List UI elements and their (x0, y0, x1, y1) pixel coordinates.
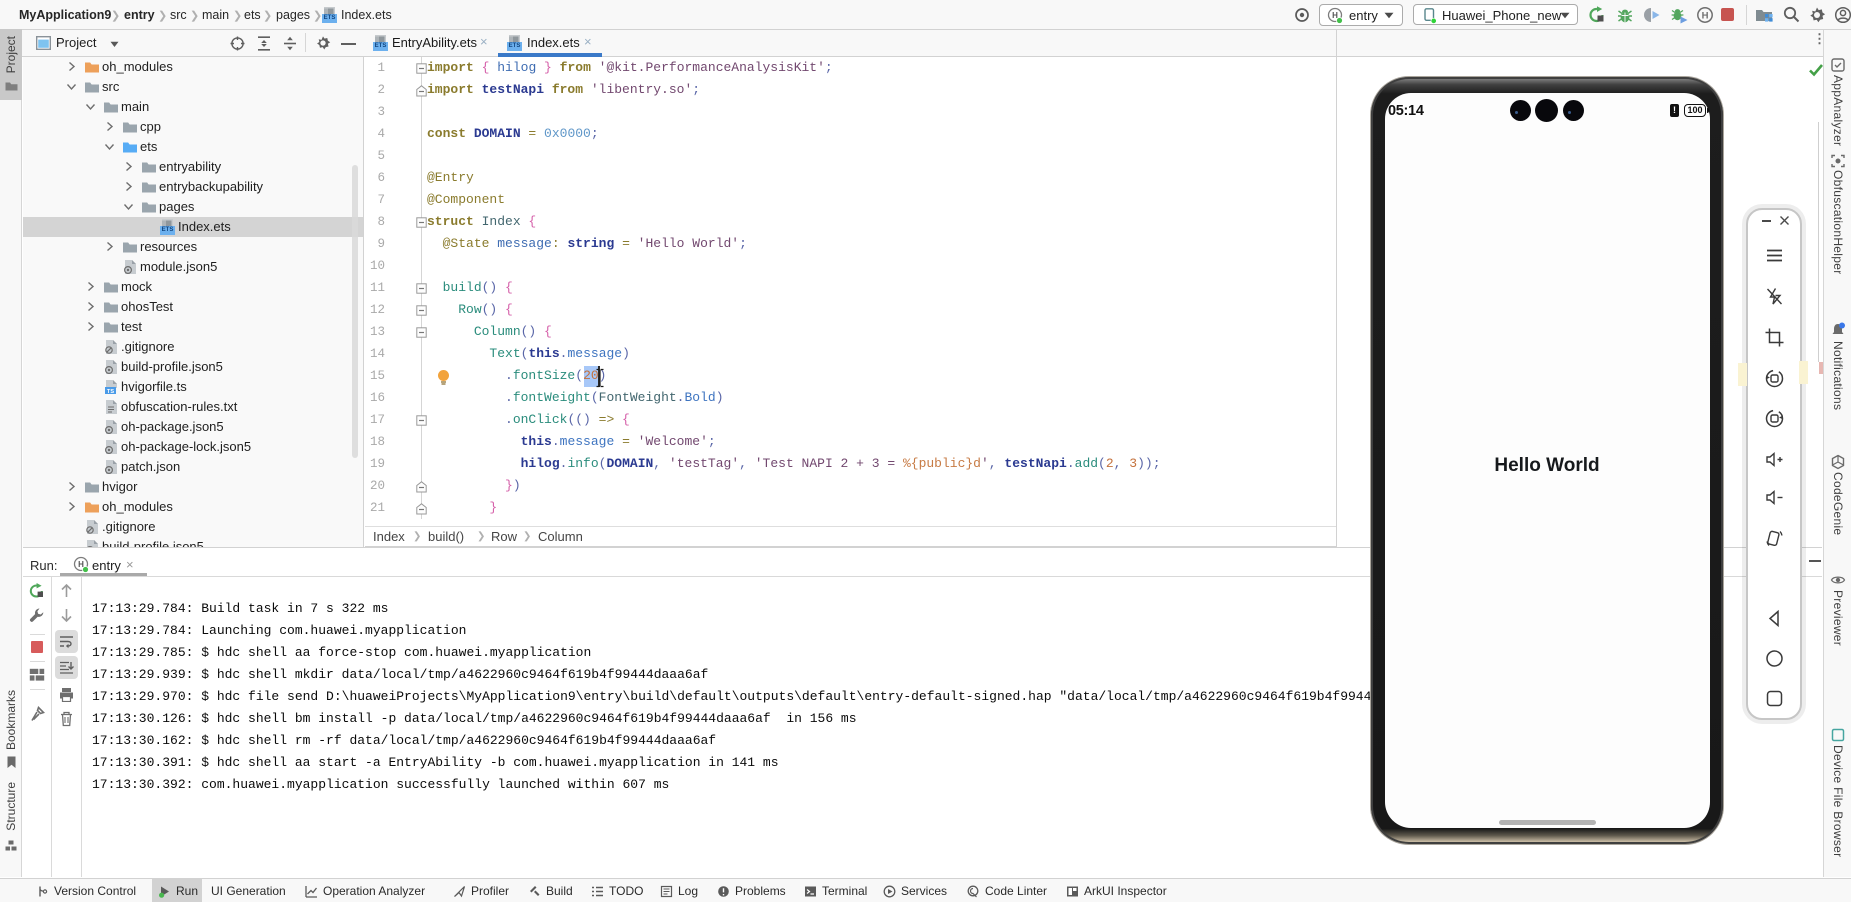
svg-text:H: H (1702, 10, 1709, 21)
svg-text:TS: TS (107, 389, 114, 395)
